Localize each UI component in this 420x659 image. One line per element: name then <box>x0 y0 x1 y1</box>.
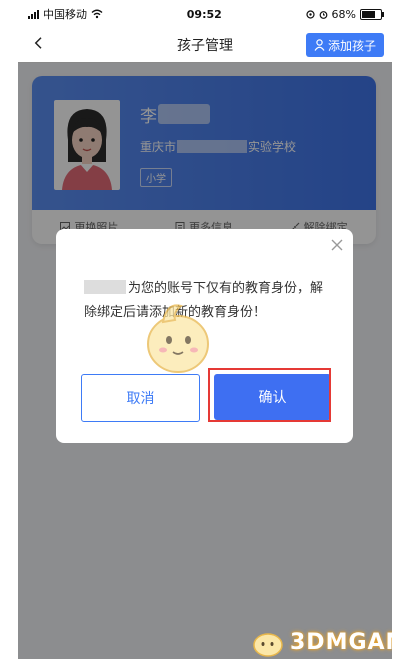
nav-bar: 孩子管理 添加孩子 <box>18 28 392 63</box>
battery-percent: 68% <box>331 7 356 21</box>
wifi-icon <box>91 9 103 19</box>
close-icon[interactable] <box>331 239 343 251</box>
carrier-label: 中国移动 <box>43 8 87 21</box>
watermark-text: 3DMGAME <box>290 629 392 655</box>
location-icon <box>305 9 315 19</box>
confirm-highlight-box <box>208 368 331 422</box>
battery-icon <box>360 8 384 20</box>
mascot-logo-icon <box>253 633 283 657</box>
name-redaction <box>84 280 126 294</box>
site-watermark: 3DMGAME <box>250 628 392 657</box>
page-title: 孩子管理 <box>177 38 233 54</box>
alarm-icon <box>319 10 327 19</box>
clock: 09:52 <box>186 7 222 21</box>
user-icon <box>314 39 325 51</box>
add-child-button[interactable]: 添加孩子 <box>305 33 384 57</box>
add-child-label: 添加孩子 <box>327 38 376 53</box>
back-arrow-icon[interactable] <box>32 37 44 49</box>
mascot-watermark-icon <box>147 304 209 373</box>
signal-icon <box>28 9 39 19</box>
status-bar: 中国移动 09:52 68% <box>18 0 392 28</box>
phone-screen: 中国移动 09:52 68% 孩子管理 添加孩子 李 重庆市 实验学校 小学 更… <box>18 0 392 659</box>
